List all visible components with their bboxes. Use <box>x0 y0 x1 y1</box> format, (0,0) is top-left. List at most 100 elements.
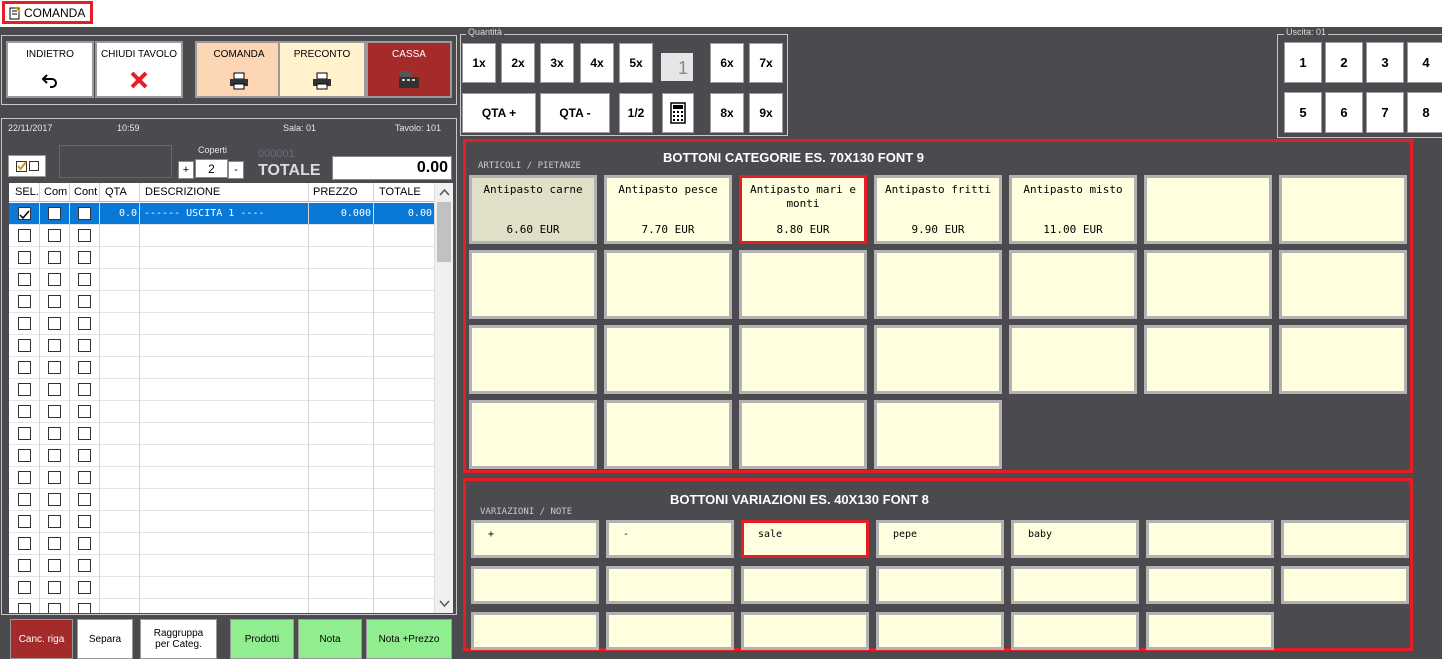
coperti-value-field[interactable]: 2 <box>195 159 228 178</box>
table-row[interactable] <box>9 335 441 357</box>
table-row[interactable]: 0.0 ------ USCITA 1 ---- 0.000 0.00 <box>9 203 441 225</box>
category-button[interactable]: Antipasto pesce 7.70 EUR <box>604 175 732 244</box>
com-checkbox[interactable] <box>48 295 61 308</box>
calculator-button[interactable] <box>662 93 694 133</box>
com-checkbox[interactable] <box>48 361 61 374</box>
sel-checkbox[interactable] <box>18 207 31 220</box>
sel-checkbox[interactable] <box>18 251 31 264</box>
col-com-header[interactable]: Com <box>44 186 67 198</box>
cassa-button[interactable]: CASSA <box>366 41 452 98</box>
sel-checkbox[interactable] <box>18 537 31 550</box>
sel-checkbox[interactable] <box>18 493 31 506</box>
category-button-empty[interactable] <box>604 250 732 319</box>
category-button-empty[interactable] <box>604 325 732 394</box>
category-button-empty[interactable] <box>739 250 867 319</box>
variazione-button-empty[interactable] <box>606 566 734 604</box>
table-row[interactable] <box>9 489 441 511</box>
uscita-1-button[interactable]: 1 <box>1284 42 1322 83</box>
cont-checkbox[interactable] <box>78 537 91 550</box>
table-row[interactable] <box>9 247 441 269</box>
sel-checkbox[interactable] <box>18 471 31 484</box>
cont-checkbox[interactable] <box>78 207 91 220</box>
table-row[interactable] <box>9 269 441 291</box>
sel-checkbox[interactable] <box>18 449 31 462</box>
variazione-button-empty[interactable] <box>1281 566 1409 604</box>
table-row[interactable] <box>9 225 441 247</box>
col-prezzo-header[interactable]: PREZZO <box>313 186 358 198</box>
cont-checkbox[interactable] <box>78 427 91 440</box>
cont-checkbox[interactable] <box>78 273 91 286</box>
category-button-empty[interactable] <box>874 325 1002 394</box>
cont-checkbox[interactable] <box>78 295 91 308</box>
col-sel-header[interactable]: SEL. <box>15 186 39 198</box>
col-qta-header[interactable]: QTA <box>105 186 127 198</box>
category-button-empty[interactable] <box>874 400 1002 469</box>
table-row[interactable] <box>9 599 441 613</box>
cont-checkbox[interactable] <box>78 361 91 374</box>
variazione-button-empty[interactable] <box>471 612 599 650</box>
cont-checkbox[interactable] <box>78 493 91 506</box>
order-grid[interactable]: SEL. Com Cont QTA DESCRIZIONE PREZZO TOT… <box>9 183 453 613</box>
com-checkbox[interactable] <box>48 207 61 220</box>
nota-prezzo-button[interactable]: Nota +Prezzo <box>366 619 452 659</box>
cont-checkbox[interactable] <box>78 317 91 330</box>
table-row[interactable] <box>9 555 441 577</box>
category-button-empty[interactable] <box>1279 175 1407 244</box>
com-checkbox[interactable] <box>48 317 61 330</box>
qty-9x-button[interactable]: 9x <box>749 93 783 133</box>
com-checkbox[interactable] <box>48 449 61 462</box>
com-checkbox[interactable] <box>48 405 61 418</box>
com-checkbox[interactable] <box>48 427 61 440</box>
variazione-button-empty[interactable] <box>1011 566 1139 604</box>
com-checkbox[interactable] <box>48 603 61 613</box>
category-button-empty[interactable] <box>469 400 597 469</box>
preconto-button[interactable]: PRECONTO <box>278 41 366 98</box>
sel-checkbox[interactable] <box>18 427 31 440</box>
com-checkbox[interactable] <box>48 515 61 528</box>
category-button-empty[interactable] <box>1144 250 1272 319</box>
category-button-empty[interactable] <box>739 400 867 469</box>
cont-checkbox[interactable] <box>78 339 91 352</box>
category-button-empty[interactable] <box>874 250 1002 319</box>
com-checkbox[interactable] <box>48 251 61 264</box>
uscita-7-button[interactable]: 7 <box>1366 92 1404 133</box>
variazione-button-empty[interactable] <box>1011 612 1139 650</box>
com-checkbox[interactable] <box>48 537 61 550</box>
table-row[interactable] <box>9 445 441 467</box>
cont-checkbox[interactable] <box>78 559 91 572</box>
cont-checkbox[interactable] <box>78 603 91 613</box>
table-row[interactable] <box>9 291 441 313</box>
grid-scrollbar[interactable] <box>434 183 453 613</box>
sel-checkbox[interactable] <box>18 405 31 418</box>
qty-half-button[interactable]: 1/2 <box>619 93 653 133</box>
sel-checkbox[interactable] <box>18 603 31 613</box>
table-row[interactable] <box>9 577 441 599</box>
variazione-button-empty[interactable] <box>1146 566 1274 604</box>
category-button-empty[interactable] <box>1009 250 1137 319</box>
col-totale-header[interactable]: TOTALE <box>379 186 421 198</box>
uscita-3-button[interactable]: 3 <box>1366 42 1404 83</box>
sel-checkbox[interactable] <box>18 273 31 286</box>
uscita-8-button[interactable]: 8 <box>1407 92 1442 133</box>
variazione-button[interactable]: baby <box>1011 520 1139 558</box>
table-row[interactable] <box>9 533 441 555</box>
table-row[interactable] <box>9 467 441 489</box>
coperti-plus-button[interactable]: + <box>178 161 194 179</box>
category-button-empty[interactable] <box>469 250 597 319</box>
uscita-6-button[interactable]: 6 <box>1325 92 1363 133</box>
variazione-button[interactable]: sale <box>741 520 869 558</box>
sel-checkbox[interactable] <box>18 515 31 528</box>
coperti-minus-button[interactable]: - <box>228 161 244 179</box>
com-checkbox[interactable] <box>48 493 61 506</box>
table-row[interactable] <box>9 313 441 335</box>
com-checkbox[interactable] <box>48 273 61 286</box>
cont-checkbox[interactable] <box>78 251 91 264</box>
com-checkbox[interactable] <box>48 581 61 594</box>
table-row[interactable] <box>9 511 441 533</box>
prodotti-button[interactable]: Prodotti <box>230 619 294 659</box>
sel-checkbox[interactable] <box>18 295 31 308</box>
variazione-button-empty[interactable] <box>471 566 599 604</box>
sel-checkbox[interactable] <box>18 339 31 352</box>
variazione-button-empty[interactable] <box>1281 520 1409 558</box>
table-row[interactable] <box>9 401 441 423</box>
